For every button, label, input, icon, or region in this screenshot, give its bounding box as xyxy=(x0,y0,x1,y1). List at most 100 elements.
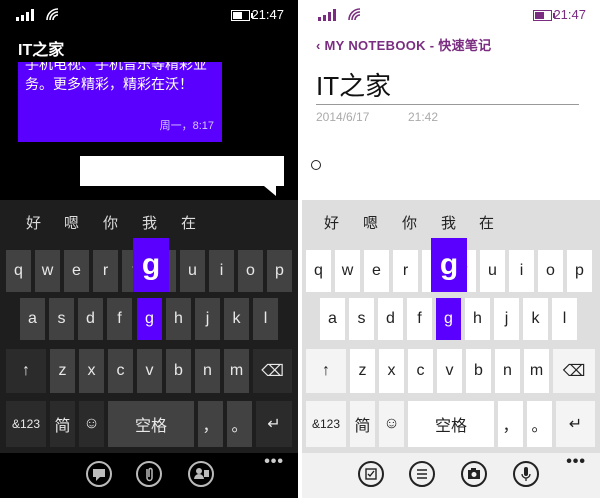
candidate-word[interactable]: 在 xyxy=(181,212,196,233)
key-j[interactable]: j xyxy=(195,298,220,340)
key-l[interactable]: l xyxy=(253,298,278,340)
key-x[interactable]: x xyxy=(79,349,104,393)
key-w[interactable]: w xyxy=(35,250,60,292)
key-l[interactable]: l xyxy=(552,298,577,340)
attach-icon[interactable] xyxy=(136,461,162,487)
key-c[interactable]: c xyxy=(408,349,433,393)
key-i[interactable]: i xyxy=(209,250,234,292)
space-key[interactable]: 空格 xyxy=(108,401,194,447)
space-key[interactable]: 空格 xyxy=(408,401,494,447)
key-b[interactable]: b xyxy=(166,349,191,393)
key-m[interactable]: m xyxy=(524,349,549,393)
checkbox-icon[interactable] xyxy=(358,461,384,487)
key-s[interactable]: s xyxy=(49,298,74,340)
key-k[interactable]: k xyxy=(224,298,249,340)
key-q[interactable]: q xyxy=(306,250,331,292)
comma-key[interactable]: ， xyxy=(498,401,523,447)
key-a[interactable]: a xyxy=(20,298,45,340)
candidate-word[interactable]: 在 xyxy=(479,212,494,233)
shift-key[interactable]: ↑ xyxy=(306,349,346,393)
key-e[interactable]: e xyxy=(64,250,89,292)
title-divider xyxy=(316,104,579,105)
key-d[interactable]: d xyxy=(378,298,403,340)
numbers-key[interactable]: &123 xyxy=(6,401,46,447)
more-options-button[interactable]: ••• xyxy=(264,453,284,471)
key-g[interactable]: g xyxy=(436,298,461,340)
contact-card-icon[interactable] xyxy=(188,461,214,487)
key-z[interactable]: z xyxy=(350,349,375,393)
candidate-word[interactable]: 好 xyxy=(324,212,339,233)
wifi-icon xyxy=(348,8,361,21)
comma-key[interactable]: ， xyxy=(198,401,223,447)
emoji-key[interactable]: ☺ xyxy=(79,401,104,447)
key-p[interactable]: p xyxy=(267,250,292,292)
key-v[interactable]: v xyxy=(137,349,162,393)
language-key[interactable]: 简 xyxy=(350,401,375,447)
key-g[interactable]: g xyxy=(137,298,162,340)
key-r[interactable]: r xyxy=(393,250,418,292)
key-w[interactable]: w xyxy=(335,250,360,292)
note-date: 2014/6/17 xyxy=(316,110,370,124)
candidate-word[interactable]: 你 xyxy=(103,212,118,233)
enter-key[interactable]: ↵ xyxy=(556,401,595,447)
messaging-screen: 21:47 IT之家 手机电视、手机音乐等精彩业务。更多精彩，精彩在沃！ 周一，… xyxy=(0,0,298,498)
microphone-icon[interactable] xyxy=(513,461,539,487)
candidate-word[interactable]: 我 xyxy=(142,212,157,233)
key-c[interactable]: c xyxy=(108,349,133,393)
key-u[interactable]: u xyxy=(480,250,505,292)
key-v[interactable]: v xyxy=(437,349,462,393)
notebook-breadcrumb[interactable]: ‹ MY NOTEBOOK - 快速笔记 xyxy=(316,35,491,54)
note-title[interactable]: IT之家 xyxy=(316,66,391,103)
key-preview-popup: g xyxy=(133,238,169,292)
numbers-key[interactable]: &123 xyxy=(306,401,346,447)
key-s[interactable]: s xyxy=(349,298,374,340)
candidate-word[interactable]: 嗯 xyxy=(64,212,79,233)
key-o[interactable]: o xyxy=(238,250,263,292)
key-b[interactable]: b xyxy=(466,349,491,393)
key-j[interactable]: j xyxy=(494,298,519,340)
key-z[interactable]: z xyxy=(50,349,75,393)
key-o[interactable]: o xyxy=(538,250,563,292)
key-f[interactable]: f xyxy=(407,298,432,340)
key-f[interactable]: f xyxy=(107,298,132,340)
signal-icon xyxy=(318,9,340,21)
key-u[interactable]: u xyxy=(180,250,205,292)
language-key[interactable]: 简 xyxy=(50,401,75,447)
more-options-button[interactable]: ••• xyxy=(566,453,586,471)
key-n[interactable]: n xyxy=(195,349,220,393)
backspace-key[interactable]: ⌫ xyxy=(253,349,292,393)
key-k[interactable]: k xyxy=(523,298,548,340)
compose-message-box[interactable] xyxy=(80,156,284,196)
key-d[interactable]: d xyxy=(78,298,103,340)
key-e[interactable]: e xyxy=(364,250,389,292)
shift-key[interactable]: ↑ xyxy=(6,349,46,393)
camera-icon[interactable] xyxy=(461,461,487,487)
signal-icon xyxy=(16,9,38,21)
incoming-message: 手机电视、手机音乐等精彩业务。更多精彩，精彩在沃！ 周一，8:17 xyxy=(18,62,222,142)
emoji-key[interactable]: ☺ xyxy=(379,401,404,447)
key-n[interactable]: n xyxy=(495,349,520,393)
app-bar: ••• xyxy=(0,453,298,498)
list-icon[interactable] xyxy=(409,461,435,487)
status-bar: 21:47 xyxy=(302,0,600,30)
candidate-word[interactable]: 你 xyxy=(402,212,417,233)
key-h[interactable]: h xyxy=(166,298,191,340)
enter-key[interactable]: ↵ xyxy=(256,401,292,447)
key-h[interactable]: h xyxy=(465,298,490,340)
candidate-word[interactable]: 我 xyxy=(441,212,456,233)
chat-bubble-icon[interactable] xyxy=(86,461,112,487)
backspace-key[interactable]: ⌫ xyxy=(553,349,595,393)
period-key[interactable]: 。 xyxy=(227,401,252,447)
candidate-word[interactable]: 嗯 xyxy=(363,212,378,233)
key-q[interactable]: q xyxy=(6,250,31,292)
candidate-word[interactable]: 好 xyxy=(26,212,41,233)
period-key[interactable]: 。 xyxy=(527,401,552,447)
key-m[interactable]: m xyxy=(224,349,249,393)
key-r[interactable]: r xyxy=(93,250,118,292)
key-a[interactable]: a xyxy=(320,298,345,340)
onenote-screen: 21:47 ‹ MY NOTEBOOK - 快速笔记 IT之家 2014/6/1… xyxy=(302,0,600,498)
key-p[interactable]: p xyxy=(567,250,592,292)
key-i[interactable]: i xyxy=(509,250,534,292)
key-x[interactable]: x xyxy=(379,349,404,393)
status-bar: 21:47 xyxy=(0,0,298,30)
